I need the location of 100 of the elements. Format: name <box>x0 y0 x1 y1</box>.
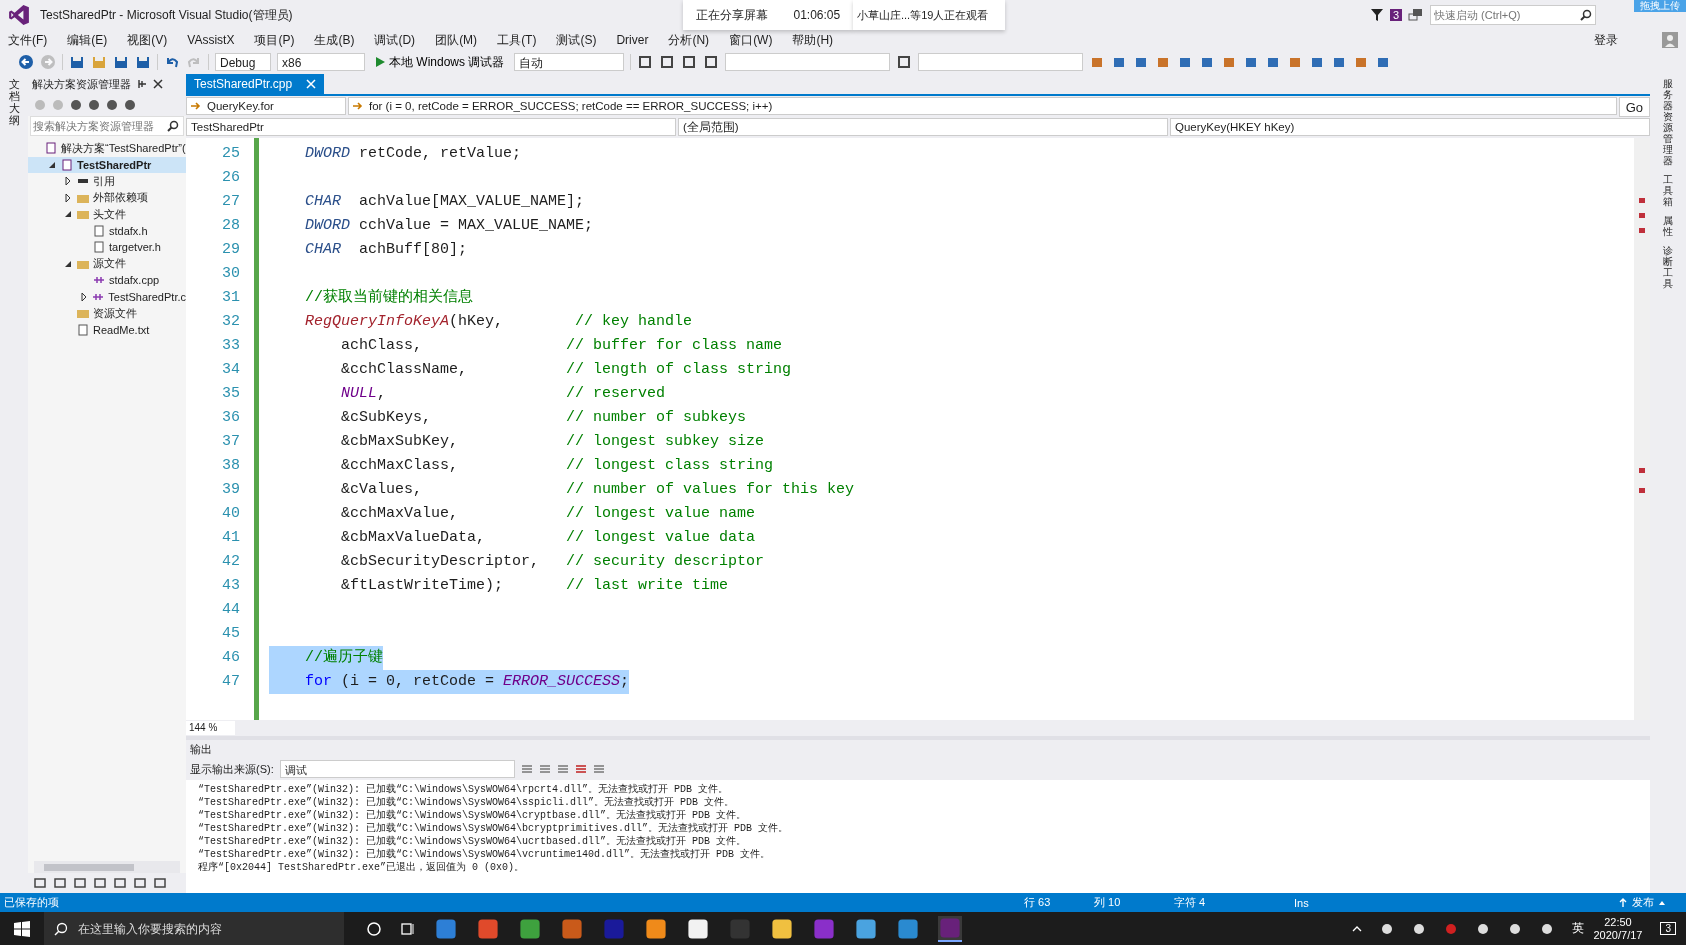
panel-tab-icon[interactable] <box>154 877 166 889</box>
code-line: CHAR achBuff[80]; <box>304 240 468 260</box>
tray-icon[interactable] <box>1411 921 1426 936</box>
expand-arrow-icon[interactable] <box>64 259 72 268</box>
tree-item[interactable]: stdafx.cpp <box>28 272 186 289</box>
input-method-indicator[interactable]: 英 <box>1571 920 1584 937</box>
output-source-dropdown[interactable]: 调试 <box>279 760 515 778</box>
document-outline-tab[interactable]: 文档大纲 <box>8 78 20 893</box>
sign-in-link[interactable]: 登录 <box>1594 31 1618 49</box>
menu-item[interactable]: 工具(T) <box>497 31 537 49</box>
tree-item[interactable]: stdafx.h <box>28 222 186 239</box>
toolbar-icon[interactable] <box>124 99 136 111</box>
tree-item[interactable]: 资源文件 <box>28 305 186 322</box>
notification-center-button[interactable]: 3 <box>1660 922 1676 935</box>
toolbar-icon[interactable] <box>70 99 82 111</box>
app-icon[interactable] <box>644 916 668 941</box>
taskbar-search-field[interactable]: 在这里输入你要搜索的内容 <box>44 912 344 945</box>
menu-item[interactable]: Driver <box>616 33 649 47</box>
line-number: 42 <box>221 552 241 572</box>
code-line: &cchMaxValue, // longest value name <box>340 504 756 524</box>
tree-item[interactable]: targetver.h <box>28 239 186 256</box>
tree-item[interactable]: 引用 <box>28 173 186 190</box>
menu-item[interactable]: 项目(P) <box>254 31 295 49</box>
panel-tab-icon[interactable] <box>94 877 106 889</box>
tree-item[interactable]: 源文件 <box>28 255 186 272</box>
range-dropdown[interactable]: (全局范围) <box>678 118 1168 136</box>
statement-dropdown[interactable]: for (i = 0, retCode = ERROR_SUCCESS; retCode == ERROR_SUCCESS; i++) <box>348 97 1617 115</box>
tray-icon[interactable] <box>1379 921 1394 936</box>
menu-item[interactable]: 文件(F) <box>8 31 48 49</box>
menu-item[interactable]: 测试(S) <box>556 31 597 49</box>
clock[interactable]: 22:50 2020/7/17 <box>1593 915 1643 942</box>
scope-dropdown[interactable]: QueryKey.for <box>186 97 346 115</box>
menu-item[interactable]: VAssistX <box>187 33 235 47</box>
menu-item[interactable]: 生成(B) <box>314 31 355 49</box>
side-panel-tab[interactable]: 属性 <box>1663 215 1673 237</box>
toolbar-icon[interactable] <box>106 99 118 111</box>
toolbar-icon[interactable] <box>574 763 587 775</box>
toolbar-icon[interactable] <box>659 54 676 70</box>
side-panel-tab[interactable]: 服务器资源管理器 <box>1663 78 1673 166</box>
line-number: 30 <box>221 264 241 284</box>
panel-tab-icon[interactable] <box>114 877 126 889</box>
toolbar-icon[interactable] <box>681 54 698 70</box>
debug-mode-dropdown[interactable]: 自动 <box>514 53 625 71</box>
pin-icon[interactable] <box>137 79 147 89</box>
side-panel-tab[interactable]: 诊断工具 <box>1663 245 1673 289</box>
line-number: 36 <box>221 408 241 428</box>
expand-arrow-icon[interactable] <box>80 292 88 301</box>
tree-item[interactable]: 头文件 <box>28 206 186 223</box>
flag-icon[interactable] <box>1369 8 1384 22</box>
tree-item[interactable]: TestSharedPtr <box>28 156 186 173</box>
app-icon[interactable] <box>770 916 794 941</box>
menu-item[interactable]: 分析(N) <box>668 31 710 49</box>
start-debugging-button[interactable]: 本地 Windows 调试器 <box>371 53 509 71</box>
platform-dropdown[interactable]: x86 <box>277 53 365 71</box>
menu-item[interactable]: 编辑(E) <box>67 31 108 49</box>
save-all-icon[interactable] <box>135 54 151 70</box>
tree-item[interactable]: TestSharedPtr.c <box>28 288 186 305</box>
tree-item[interactable]: 外部依赖项 <box>28 189 186 206</box>
back-icon[interactable] <box>18 54 34 70</box>
toolbar-icon[interactable] <box>637 54 654 70</box>
panel-tab-icon[interactable] <box>134 877 146 889</box>
tray-icon[interactable] <box>1539 921 1554 936</box>
side-panel-tab[interactable]: 工具箱 <box>1663 174 1673 207</box>
output-line: 程序“[0x2044] TestSharedPtr.exe”已退出，返回值为 0 (0x0)。 <box>198 861 526 874</box>
zoom-dropdown[interactable]: 144 % <box>186 721 235 735</box>
go-button[interactable]: Go <box>1618 97 1650 117</box>
menu-item[interactable]: 调试(D) <box>374 31 416 49</box>
document-tab[interactable]: TestSharedPtr.cpp <box>186 74 325 94</box>
panel-tab-icon[interactable] <box>74 877 86 889</box>
menu-item[interactable]: 团队(M) <box>435 31 478 49</box>
windows-start-icon[interactable] <box>14 920 30 937</box>
tree-item[interactable]: ReadMe.txt <box>28 321 186 338</box>
function-dropdown[interactable]: QueryKey(HKEY hKey) <box>1170 118 1650 136</box>
toolbar-icon[interactable] <box>703 54 720 70</box>
panel-tab-icon[interactable] <box>54 877 66 889</box>
app-icon[interactable] <box>938 915 962 942</box>
cortana-icon[interactable] <box>366 920 382 937</box>
toolbar-icon[interactable] <box>88 99 100 111</box>
horizontal-scrollbar[interactable] <box>34 861 180 873</box>
sharing-time: 01:06:05 <box>793 8 841 22</box>
toolbar-icon[interactable] <box>896 54 913 70</box>
menu-item[interactable]: 视图(V) <box>127 31 168 49</box>
tray-icon[interactable] <box>1475 921 1490 936</box>
save-icon[interactable] <box>113 54 129 70</box>
menu-item[interactable]: 窗口(W) <box>729 31 773 49</box>
tree-item[interactable]: 解决方案“TestSharedPtr”( <box>28 140 186 157</box>
feedback-icon[interactable] <box>1408 7 1424 23</box>
tray-icon[interactable] <box>1507 921 1522 936</box>
search-field[interactable]: 搜索解决方案资源管理器 <box>30 116 184 136</box>
configuration-dropdown[interactable]: Debug <box>215 53 271 71</box>
quick-launch-field[interactable]: 快速启动 (Ctrl+Q) <box>1430 5 1596 25</box>
menu-item[interactable]: 帮助(H) <box>792 31 834 49</box>
app-icon[interactable] <box>854 916 878 941</box>
notification-count[interactable]: 3 <box>1389 9 1402 21</box>
app-icon[interactable] <box>686 916 710 941</box>
close-icon[interactable] <box>153 79 163 89</box>
project-dropdown[interactable]: TestSharedPtr <box>186 118 676 136</box>
panel-tab-icon[interactable] <box>34 877 46 889</box>
publish-button[interactable]: 发布 <box>1618 895 1666 910</box>
task-view-icon[interactable] <box>400 920 416 937</box>
